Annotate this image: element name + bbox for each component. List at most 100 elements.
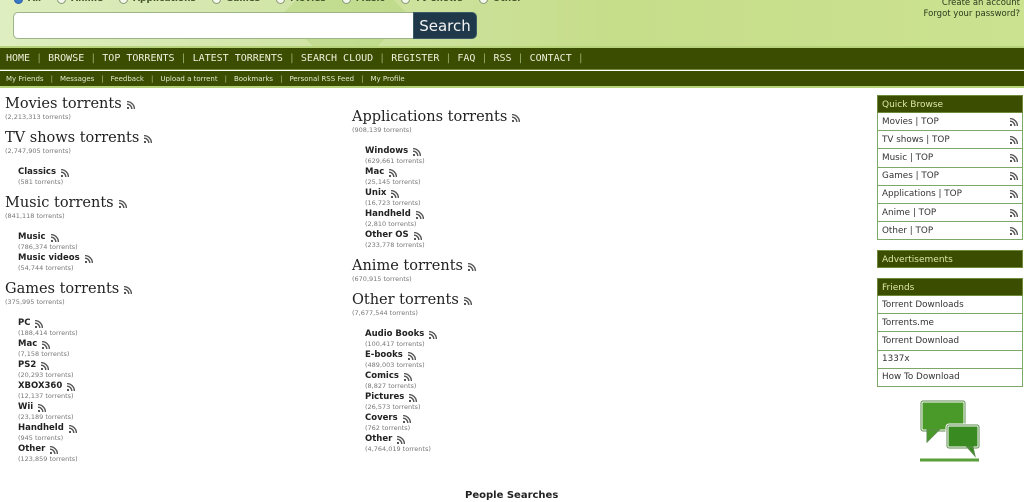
category-title[interactable]: Movies torrents [5,96,152,113]
rss-icon[interactable] [391,189,400,198]
friend-link-label[interactable]: How To Download [882,372,960,382]
rss-icon[interactable] [415,210,424,219]
category-title[interactable]: Applications torrents [352,109,521,126]
filter-radio-applications[interactable]: Applications [119,0,196,4]
rss-icon[interactable] [1010,208,1018,217]
friend-link-label[interactable]: Torrent Download [882,336,959,346]
filter-radio-all[interactable]: All [14,0,41,4]
subcategory-link[interactable]: PC [18,318,152,329]
rss-icon[interactable] [389,168,398,177]
subnav-item-personal-rss-feed[interactable]: Personal RSS Feed [289,75,354,83]
category-title[interactable]: Games torrents [5,281,152,298]
rss-icon[interactable] [42,340,51,349]
rss-icon[interactable] [50,445,59,454]
filter-radio-anime[interactable]: Anime [57,0,103,4]
category-title[interactable]: Music torrents [5,195,152,212]
chat-bubbles-icon[interactable] [917,398,983,466]
rss-icon[interactable] [1010,190,1018,199]
filter-radio-other[interactable]: Other [478,0,522,4]
category-title[interactable]: TV shows torrents [5,130,153,147]
radio-button[interactable] [276,0,286,4]
subcategory-name[interactable]: Other OS [365,230,409,241]
quick-browse-item[interactable]: Other | TOP [877,222,1023,241]
subnav-item-messages[interactable]: Messages [60,75,94,83]
forgot-password-link[interactable]: Forgot your password? [924,9,1020,20]
radio-button[interactable] [400,0,410,4]
rss-icon[interactable] [407,351,416,360]
nav-item-rss[interactable]: RSS [493,53,511,64]
subcategory-name[interactable]: Pictures [365,392,404,403]
rss-icon[interactable] [1010,226,1018,235]
rss-icon[interactable] [397,435,406,444]
rss-icon[interactable] [118,199,127,208]
subcategory-name[interactable]: Music videos [18,253,80,264]
friend-link-label[interactable]: 1337x [882,354,910,364]
subcategory-name[interactable]: Covers [365,413,398,424]
rss-icon[interactable] [61,168,70,177]
category-title-text[interactable]: Movies torrents [5,96,122,113]
filter-radio-movies[interactable]: Movies [276,0,326,4]
subcategory-link[interactable]: Windows [365,146,520,157]
subcategory-name[interactable]: Music [18,232,46,243]
subcategory-link[interactable]: Audio Books [365,329,520,340]
nav-item-search-cloud[interactable]: SEARCH CLOUD [301,53,373,64]
radio-button[interactable] [478,0,488,4]
rss-icon[interactable] [84,254,93,263]
quick-browse-item[interactable]: Music | TOP [877,149,1023,168]
nav-item-home[interactable]: HOME [6,53,30,64]
friend-link[interactable]: 1337x [877,350,1023,369]
category-title[interactable]: Other torrents [352,292,520,309]
subcategory-name[interactable]: Audio Books [365,329,424,340]
category-title[interactable]: Anime torrents [352,258,520,275]
rss-icon[interactable] [41,361,50,370]
radio-button[interactable] [57,0,67,4]
rss-icon[interactable] [409,393,418,402]
friend-link[interactable]: How To Download [877,368,1023,387]
rss-icon[interactable] [124,285,133,294]
quick-browse-label[interactable]: Games | TOP [882,171,939,181]
quick-browse-label[interactable]: Anime | TOP [882,208,936,218]
subcategory-name[interactable]: Classics [18,167,56,178]
rss-icon[interactable] [1010,135,1018,144]
subcategory-link[interactable]: PS2 [18,360,152,371]
rss-icon[interactable] [1010,117,1018,126]
nav-item-top-torrents[interactable]: TOP TORRENTS [102,53,174,64]
nav-item-register[interactable]: REGISTER [391,53,439,64]
rss-icon[interactable] [67,382,76,391]
quick-browse-label[interactable]: Movies | TOP [882,117,939,127]
subcategory-name[interactable]: E-books [365,350,403,361]
radio-button[interactable] [341,0,351,4]
subcategory-name[interactable]: Unix [365,188,386,199]
quick-browse-label[interactable]: Music | TOP [882,153,933,163]
subnav-item-bookmarks[interactable]: Bookmarks [234,75,273,83]
subcategory-name[interactable]: Handheld [365,209,411,220]
category-title-text[interactable]: TV shows torrents [5,130,139,147]
search-input[interactable] [13,12,414,39]
subcategory-link[interactable]: XBOX360 [18,381,152,392]
subcategory-name[interactable]: Mac [18,339,37,350]
rss-icon[interactable] [35,319,44,328]
filter-radio-music[interactable]: Music [341,0,385,4]
radio-button[interactable] [211,0,221,4]
category-title-text[interactable]: Music torrents [5,195,114,212]
subcategory-link[interactable]: Music videos [18,253,152,264]
subnav-item-my-profile[interactable]: My Profile [370,75,404,83]
friend-link-label[interactable]: Torrents.me [882,318,934,328]
create-account-link[interactable]: Create an account [924,0,1020,9]
friend-link[interactable]: Torrent Downloads [877,296,1023,315]
rss-icon[interactable] [463,296,472,305]
subcategory-link[interactable]: Handheld [365,209,520,220]
subcategory-link[interactable]: Comics [365,371,520,382]
rss-icon[interactable] [1010,172,1018,181]
subcategory-link[interactable]: Pictures [365,392,520,403]
subcategory-link[interactable]: Mac [18,339,152,350]
subcategory-link[interactable]: Other OS [365,230,520,241]
subcategory-link[interactable]: Handheld [18,423,152,434]
filter-radio-games[interactable]: Games [211,0,260,4]
quick-browse-label[interactable]: Other | TOP [882,226,933,236]
rss-icon[interactable] [468,262,476,271]
friend-link-label[interactable]: Torrent Downloads [882,300,964,310]
quick-browse-item[interactable]: Movies | TOP [877,113,1023,132]
subcategory-name[interactable]: PC [18,318,30,329]
subcategory-name[interactable]: XBOX360 [18,381,62,392]
